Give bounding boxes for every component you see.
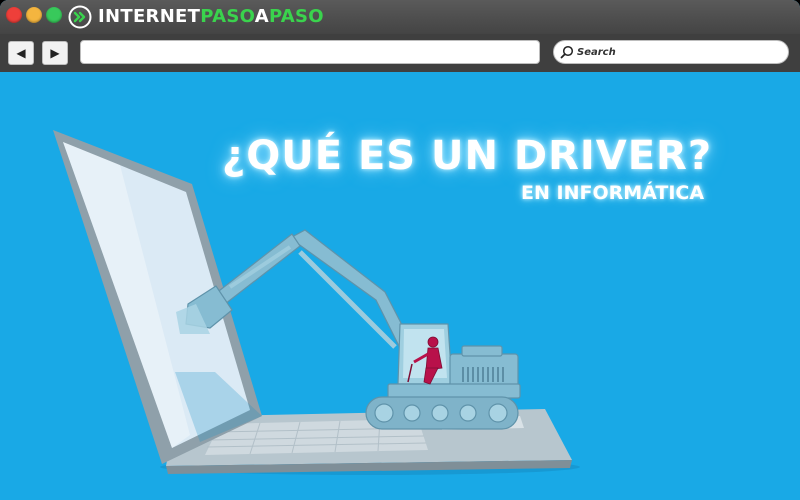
brand-word-paso-2: PASO bbox=[268, 6, 324, 27]
arm-cylinder bbox=[228, 245, 292, 289]
search-box[interactable] bbox=[553, 40, 789, 64]
brand-name: INTERNETPASOAPASO bbox=[98, 4, 324, 30]
forward-button[interactable]: ▶ bbox=[42, 41, 68, 65]
brand-word-internet: INTERNET bbox=[98, 6, 201, 27]
page-title: ¿QUÉ ES UN DRIVER? bbox=[222, 133, 713, 179]
forward-arrow-icon: ▶ bbox=[50, 46, 60, 60]
search-input[interactable] bbox=[577, 46, 777, 58]
minimize-icon[interactable] bbox=[26, 7, 42, 23]
back-arrow-icon: ◀ bbox=[16, 46, 26, 60]
browser-window: INTERNETPASOAPASO ◀ ▶ Search ¿QUÉ ES UN … bbox=[0, 0, 800, 500]
page-subtitle: EN INFORMÁTICA bbox=[521, 182, 705, 204]
search-icon bbox=[560, 45, 574, 59]
brand-word-paso: PASO bbox=[200, 6, 255, 27]
brand-logo: INTERNETPASOAPASO bbox=[68, 4, 324, 30]
title-bar: INTERNETPASOAPASO bbox=[0, 0, 800, 34]
maximize-icon[interactable] bbox=[46, 7, 62, 23]
excavator-engine bbox=[449, 353, 519, 389]
cab-window bbox=[403, 329, 447, 378]
engine-top bbox=[461, 345, 503, 357]
close-icon[interactable] bbox=[6, 7, 22, 23]
brand-logo-icon bbox=[68, 5, 92, 29]
operator-head bbox=[427, 336, 439, 348]
excavator-turntable bbox=[387, 383, 521, 399]
article-hero-image: ¿QUÉ ES UN DRIVER? EN INFORMÁTICA bbox=[0, 72, 800, 500]
address-bar[interactable] bbox=[80, 40, 540, 64]
back-button[interactable]: ◀ bbox=[8, 41, 34, 65]
browser-toolbar: ◀ ▶ bbox=[0, 34, 800, 73]
brand-word-a: A bbox=[254, 6, 269, 27]
